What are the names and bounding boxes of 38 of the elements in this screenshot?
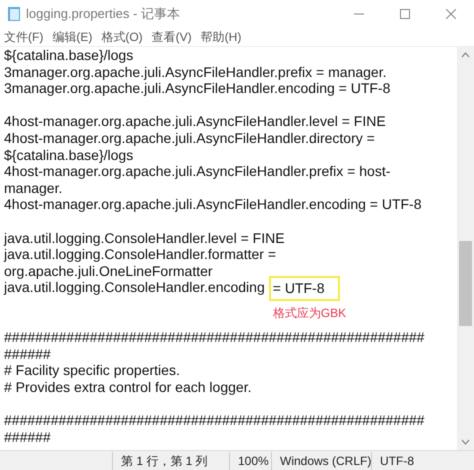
- text-line: # Provides extra control for each logger.: [4, 378, 252, 396]
- scroll-down-icon[interactable]: [461, 439, 470, 445]
- annotation-note: 格式应为GBK: [272, 305, 346, 322]
- text-line: 3manager.org.apache.juli.AsyncFileHandler.encoding = UTF-8: [4, 80, 390, 97]
- text-line: 4host-manager.org.apache.juli.AsyncFileHandler.level = FINE: [4, 113, 386, 130]
- status-field: 第 1 行，第 1 列: [112, 452, 229, 470]
- text-line: 4host-manager.org.apache.juli.AsyncFileHandler.encoding = UTF-8: [4, 196, 422, 213]
- text-line: ${catalina.base}/logs: [4, 146, 134, 164]
- scroll-up-icon[interactable]: [461, 52, 470, 58]
- menu-item[interactable]: 查看(V): [152, 28, 192, 46]
- window-title: logging.properties - 记事本: [26, 5, 180, 24]
- text-line: manager.: [4, 180, 62, 196]
- status-field: Windows (CRLF): [271, 452, 371, 470]
- notepad-icon: [6, 6, 22, 22]
- text-line: 4host-manager.org.apache.juli.AsyncFileHandler.prefix = host-: [4, 163, 390, 180]
- close-icon: [446, 9, 456, 19]
- maximize-icon: [400, 9, 410, 19]
- scroll-thumb[interactable]: [459, 241, 472, 326]
- scrollbar[interactable]: [457, 47, 474, 450]
- text-line: 4host-manager.org.apache.juli.AsyncFileHandler.directory =: [4, 130, 375, 147]
- text-line: java.util.logging.ConsoleHandler.level = FINE: [4, 230, 285, 246]
- menu-item[interactable]: 帮助(H): [200, 28, 242, 46]
- menu-item[interactable]: 编辑(E): [52, 28, 92, 46]
- text-line: ######################################################: [4, 412, 424, 429]
- text-line: java.util.logging.ConsoleHandler.encoding: [4, 279, 265, 296]
- text-line: ######: [4, 428, 51, 446]
- menu-item[interactable]: 文件(F): [4, 28, 44, 46]
- text-line: org.apache.juli.OneLineFormatter: [4, 262, 213, 280]
- menu-item[interactable]: 格式(O): [101, 28, 143, 46]
- text-line: ######################################################: [4, 329, 424, 346]
- text-line: ######: [4, 346, 51, 362]
- text-line: 3manager.org.apache.juli.AsyncFileHandler.prefix = manager.: [4, 64, 386, 80]
- text-line: java.util.logging.ConsoleHandler.formatter =: [4, 246, 276, 263]
- text-line: # Facility specific properties.: [4, 362, 180, 379]
- status-field: UTF-8: [371, 452, 431, 470]
- text-line: ${catalina.base}/logs: [4, 47, 134, 64]
- highlight-frame: = UTF-8: [268, 276, 340, 302]
- status-field: 100%: [229, 452, 271, 470]
